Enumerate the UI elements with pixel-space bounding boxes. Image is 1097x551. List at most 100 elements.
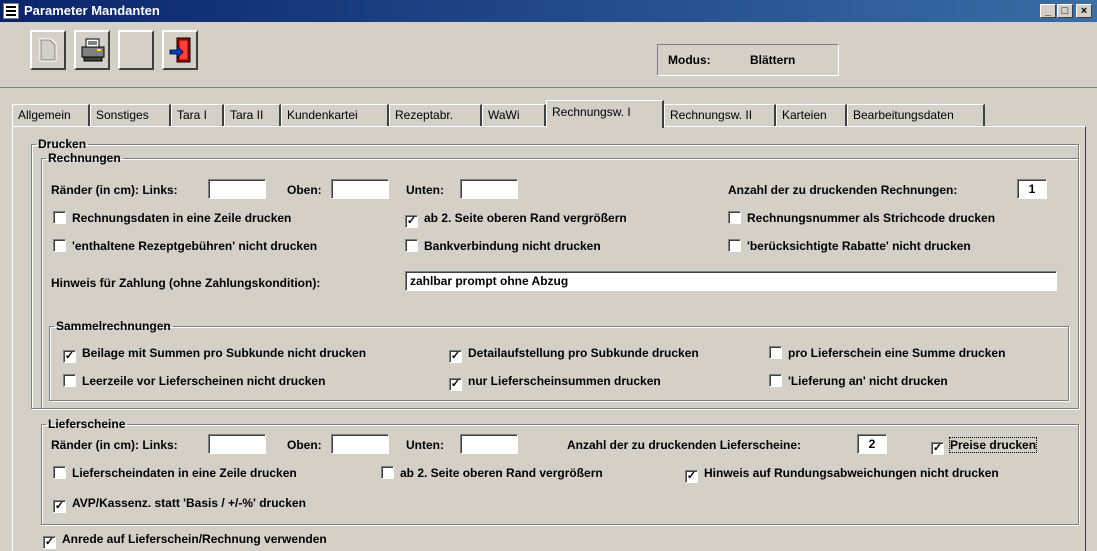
checkbox-lieferschein-rand-vergroessern[interactable]: ab 2. Seite oberen Rand vergrößern [381,466,603,482]
checkbox-box[interactable] [53,211,66,224]
rechnungen-anzahl-input[interactable] [1017,179,1047,199]
checkbox-label: ab 2. Seite oberen Rand vergrößern [400,466,603,480]
checkbox-box[interactable] [63,374,76,387]
close-button[interactable]: × [1076,4,1092,18]
checkbox-label: 'berücksichtigte Rabatte' nicht drucken [747,239,971,253]
checkbox-rundungsabweichungen[interactable]: ✓ Hinweis auf Rundungsabweichungen nicht … [685,466,999,483]
tab-sonstiges[interactable]: Sonstiges [90,104,171,126]
rechnungen-unten-input[interactable] [460,179,518,199]
printer-icon [81,38,105,62]
toolbar: Modus: Blättern [0,22,1097,88]
checkbox-leerzeile-vor-lieferscheinen[interactable]: Leerzeile vor Lieferscheinen nicht druck… [63,374,325,390]
checkbox-box[interactable]: ✓ [449,350,462,363]
print-button[interactable] [74,30,110,70]
lieferscheine-oben-input[interactable] [331,434,389,454]
checkbox-box[interactable]: ✓ [405,215,418,228]
lieferscheine-unten-label: Unten: [406,438,444,452]
rechnungen-oben-label: Oben: [287,183,322,197]
checkbox-label: Rechnungsnummer als Strichcode drucken [747,211,996,225]
maximize-button[interactable]: □ [1057,4,1073,18]
lieferscheine-links-input[interactable] [208,434,266,454]
checkbox-label: Rechnungsdaten in eine Zeile drucken [72,211,292,225]
checkbox-bankverbindung-nicht-drucken[interactable]: Bankverbindung nicht drucken [405,239,601,255]
checkbox-box[interactable] [53,466,66,479]
tab-panel-rechnungsw-1: Drucken Rechnungen Ränder (in cm): Links… [12,126,1086,551]
rechnungen-unten-label: Unten: [406,183,444,197]
tab-tara-2[interactable]: Tara II [224,104,281,126]
tab-wawi[interactable]: WaWi [482,104,546,126]
tab-allgemein[interactable]: Allgemein [12,104,90,126]
title-bar: Parameter Mandanten _ □ × [0,0,1097,22]
window-app-icon [3,3,19,19]
checkbox-avp-kassenz[interactable]: ✓ AVP/Kassenz. statt 'Basis / +/-%' druck… [53,496,306,513]
lieferscheine-unten-input[interactable] [460,434,518,454]
checkbox-label: AVP/Kassenz. statt 'Basis / +/-%' drucke… [72,496,306,510]
checkbox-rechnungsnummer-strichcode[interactable]: Rechnungsnummer als Strichcode drucken [728,211,995,227]
blank-button[interactable] [118,30,154,70]
lieferscheine-legend: Lieferscheine [48,417,126,431]
modus-display: Modus: Blättern [657,44,839,76]
checkbox-box[interactable] [53,239,66,252]
sammelrechnungen-legend: Sammelrechnungen [56,319,171,333]
lieferscheine-oben-label: Oben: [287,438,322,452]
minimize-button[interactable]: _ [1040,4,1056,18]
new-document-icon [39,38,57,62]
checkbox-beilage-summen-subkunde[interactable]: ✓ Beilage mit Summen pro Subkunde nicht d… [63,346,367,363]
tab-strip: Allgemein Sonstiges Tara I Tara II Kunde… [12,100,1092,128]
tab-bearbeitungsdaten[interactable]: Bearbeitungsdaten [847,104,985,126]
checkbox-label: 'enthaltene Rezeptgebühren' nicht drucke… [72,239,318,253]
checkbox-label: Preise drucken [948,437,1038,453]
checkbox-lieferung-an-nicht-drucken[interactable]: 'Lieferung an' nicht drucken [769,374,948,390]
checkbox-box[interactable] [728,239,741,252]
checkbox-summe-pro-lieferschein[interactable]: pro Lieferschein eine Summe drucken [769,346,1005,362]
checkbox-preise-drucken[interactable]: ✓ Preise drucken [931,437,1038,455]
checkbox-nur-lieferscheinsummen[interactable]: ✓ nur Lieferscheinsummen drucken [449,374,661,391]
checkbox-label: Anrede auf Lieferschein/Rechnung verwend… [62,532,327,546]
checkbox-box[interactable]: ✓ [685,470,698,483]
window-title: Parameter Mandanten [24,3,160,18]
tab-tara-1[interactable]: Tara I [171,104,224,126]
rechnungen-raender-label: Ränder (in cm): Links: [51,183,178,197]
checkbox-label: Detailaufstellung pro Subkunde drucken [468,346,699,360]
rechnungen-legend: Rechnungen [48,151,121,165]
checkbox-rechnungsdaten-eine-zeile[interactable]: Rechnungsdaten in eine Zeile drucken [53,211,291,227]
checkbox-box[interactable]: ✓ [53,500,66,513]
hinweis-zahlung-label: Hinweis für Zahlung (ohne Zahlungskondit… [51,276,321,290]
tab-kundenkartei[interactable]: Kundenkartei [281,104,389,126]
new-button[interactable] [30,30,66,70]
rechnungen-oben-input[interactable] [331,179,389,199]
tab-rechnungsw-1[interactable]: Rechnungsw. I [546,100,664,128]
tab-karteien[interactable]: Karteien [776,104,847,126]
checkbox-box[interactable] [405,239,418,252]
checkbox-box[interactable]: ✓ [63,350,76,363]
checkbox-rezeptgebuehren-nicht-drucken[interactable]: 'enthaltene Rezeptgebühren' nicht drucke… [53,239,317,255]
blank-icon [125,37,147,63]
checkbox-box[interactable] [769,374,782,387]
rechnungen-links-input[interactable] [208,179,266,199]
checkbox-box[interactable]: ✓ [931,442,944,455]
checkbox-box[interactable]: ✓ [449,378,462,391]
checkbox-label: 'Lieferung an' nicht drucken [788,374,948,388]
hinweis-zahlung-input[interactable] [405,271,1057,291]
rechnungen-anzahl-label: Anzahl der zu druckenden Rechnungen: [728,183,958,197]
checkbox-box[interactable]: ✓ [43,536,56,549]
checkbox-label: Beilage mit Summen pro Subkunde nicht dr… [82,346,367,360]
tab-rechnungsw-2[interactable]: Rechnungsw. II [664,104,776,126]
exit-button[interactable] [162,30,198,70]
checkbox-rabatte-nicht-drucken[interactable]: 'berücksichtigte Rabatte' nicht drucken [728,239,971,255]
tab-rezeptabr[interactable]: Rezeptabr. [389,104,482,126]
checkbox-anrede-verwenden[interactable]: ✓ Anrede auf Lieferschein/Rechnung verwen… [43,532,327,549]
modus-value: Blättern [750,53,796,67]
checkbox-label: ab 2. Seite oberen Rand vergrößern [424,211,627,225]
lieferscheine-anzahl-input[interactable] [857,434,887,454]
checkbox-detailaufstellung-subkunde[interactable]: ✓ Detailaufstellung pro Subkunde drucken [449,346,699,363]
checkbox-box[interactable] [728,211,741,224]
modus-label: Modus: [668,53,711,67]
drucken-legend: Drucken [38,137,87,151]
checkbox-box[interactable] [769,346,782,359]
checkbox-rechnung-rand-vergroessern[interactable]: ✓ ab 2. Seite oberen Rand vergrößern [405,211,627,228]
checkbox-box[interactable] [381,466,394,479]
lieferscheine-anzahl-label: Anzahl der zu druckenden Lieferscheine: [567,438,802,452]
checkbox-lieferscheindaten-eine-zeile[interactable]: Lieferscheindaten in eine Zeile drucken [53,466,297,482]
checkbox-label: Lieferscheindaten in eine Zeile drucken [72,466,297,480]
